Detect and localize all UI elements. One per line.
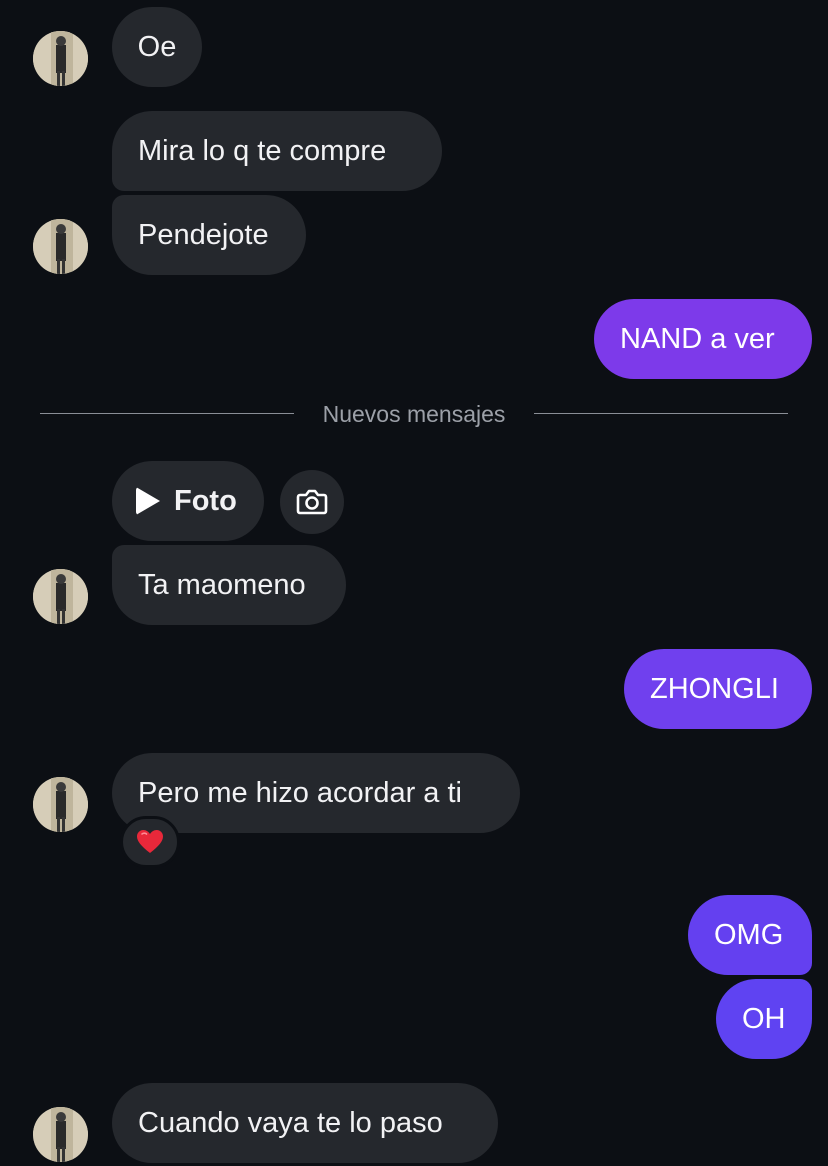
photo-attachment-label: Foto [174, 484, 237, 517]
message-text: Ta maomeno [138, 568, 306, 601]
message-bubble-outgoing[interactable]: ZHONGLI [624, 649, 812, 729]
message-bubble-incoming[interactable]: Pero me hizo acordar a ti [112, 753, 520, 833]
avatar[interactable] [33, 219, 88, 274]
message-bubble-incoming[interactable]: Ta maomeno [112, 545, 346, 625]
message-text: Oe [137, 30, 177, 63]
message-bubble-incoming[interactable]: Oe [112, 7, 202, 87]
message-text: NAND a ver [620, 322, 775, 355]
camera-button[interactable] [280, 470, 344, 534]
avatar[interactable] [33, 777, 88, 832]
avatar[interactable] [33, 569, 88, 624]
message-bubble-outgoing[interactable]: OH [716, 979, 812, 1059]
message-text: Pero me hizo acordar a ti [138, 776, 462, 809]
divider-line-right [534, 413, 788, 414]
message-text: Pendejote [138, 218, 269, 251]
message-text: Mira lo q te compre [138, 134, 387, 167]
new-messages-divider: Nuevos mensajes [322, 401, 506, 427]
message-bubble-incoming[interactable]: Mira lo q te compre [112, 111, 442, 191]
message-text: Cuando vaya te lo paso [138, 1106, 443, 1139]
message-bubble-incoming[interactable]: Pendejote [112, 195, 306, 275]
avatar[interactable] [33, 1107, 88, 1162]
message-bubble-incoming[interactable]: Cuando vaya te lo paso [112, 1083, 498, 1163]
avatar[interactable] [33, 31, 88, 86]
red-heart-icon [137, 830, 163, 853]
message-text: OH [742, 1002, 786, 1035]
play-icon [136, 487, 160, 515]
message-bubble-outgoing[interactable]: NAND a ver [594, 299, 812, 379]
reaction-badge[interactable] [120, 816, 180, 868]
message-text: ZHONGLI [650, 672, 779, 705]
message-bubble-outgoing[interactable]: OMG [688, 895, 812, 975]
message-text: OMG [714, 918, 784, 951]
divider-line-left [40, 413, 294, 414]
photo-attachment-button[interactable]: Foto [112, 461, 264, 541]
camera-icon [296, 489, 328, 515]
